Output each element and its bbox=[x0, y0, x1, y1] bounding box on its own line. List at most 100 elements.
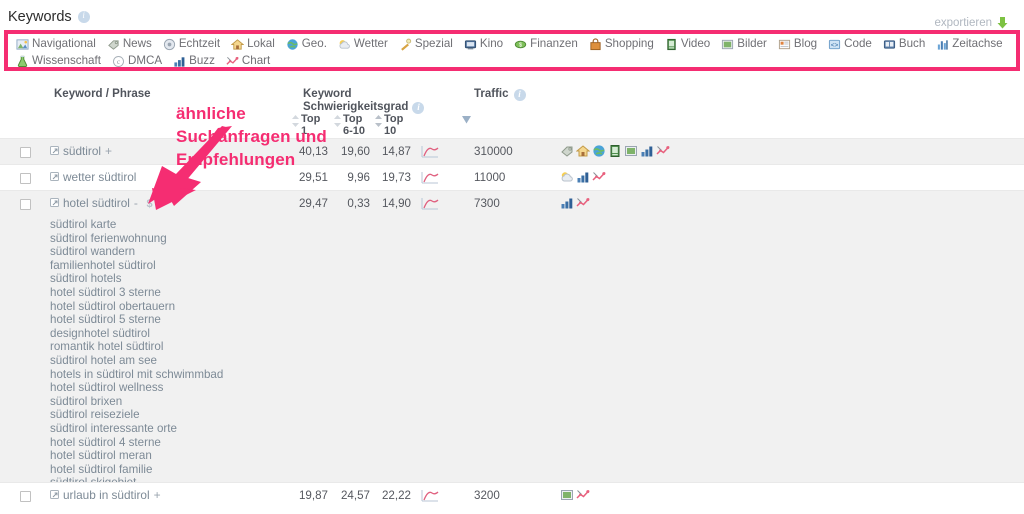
filter-item-label: Video bbox=[680, 37, 711, 50]
filter-item-geo[interactable]: Geo. bbox=[286, 36, 327, 52]
filter-item-news[interactable]: News bbox=[107, 36, 152, 52]
row-checkbox[interactable] bbox=[20, 199, 31, 210]
filter-item-bilder[interactable]: Bilder bbox=[721, 36, 767, 52]
suggestion-item[interactable]: hotels in südtirol mit schwimmbad bbox=[50, 368, 223, 382]
sort-toggle-top10[interactable] bbox=[375, 115, 382, 127]
table-row[interactable]: wetter südtirol 29,51 9,96 19,73 11000 bbox=[0, 164, 1024, 190]
filter-item-label: Echtzeit bbox=[178, 37, 221, 50]
filter-item-dmca[interactable]: c DMCA bbox=[112, 53, 162, 69]
filter-item-finanzen[interactable]: $ Finanzen bbox=[514, 36, 578, 52]
suggestion-item[interactable]: südtirol karte bbox=[50, 218, 223, 232]
expand-toggle[interactable]: + bbox=[152, 488, 161, 502]
cinema-icon bbox=[464, 39, 476, 49]
sparkline-icon[interactable] bbox=[421, 170, 441, 186]
row-checkbox[interactable] bbox=[20, 491, 31, 502]
sort-toggle-top1[interactable] bbox=[292, 115, 299, 127]
filter-item-blog[interactable]: Blog bbox=[778, 36, 817, 52]
keyword-link[interactable]: urlaub in südtirol bbox=[63, 488, 150, 502]
expand-toggle[interactable]: + bbox=[103, 144, 112, 158]
filter-item-navigational[interactable]: Navigational bbox=[16, 36, 96, 52]
external-link-icon[interactable] bbox=[50, 197, 61, 209]
filter-item-buch[interactable]: Buch bbox=[883, 36, 925, 52]
dollar-icon[interactable]: $ bbox=[144, 197, 155, 209]
filter-item-label: Chart bbox=[241, 54, 271, 67]
filter-item-chart[interactable]: Chart bbox=[226, 53, 270, 69]
suggestion-item[interactable]: hotel südtirol meran bbox=[50, 449, 223, 463]
column-header-top1[interactable]: Top 1 bbox=[301, 113, 335, 137]
column-header-top10[interactable]: Top 10 bbox=[384, 113, 418, 137]
chart-icon bbox=[592, 171, 606, 181]
keyword-link[interactable]: südtirol bbox=[63, 144, 101, 158]
suggestion-item[interactable]: südtirol hotels bbox=[50, 272, 223, 286]
row-checkbox[interactable] bbox=[20, 147, 31, 158]
suggestion-item[interactable]: hotel südtirol 3 sterne bbox=[50, 286, 223, 300]
filter-item-code[interactable]: <> Code bbox=[828, 36, 872, 52]
table-row[interactable]: urlaub in südtirol +19,87 24,57 22,22 3200 bbox=[0, 482, 1024, 508]
table-row[interactable]: südtirol +40,13 19,60 14,87 310000 bbox=[0, 138, 1024, 164]
row-checkbox[interactable] bbox=[20, 173, 31, 184]
sparkline-icon[interactable] bbox=[421, 144, 441, 160]
filter-item-lokal[interactable]: Lokal bbox=[231, 36, 275, 52]
suggestion-item[interactable]: hotel südtirol wellness bbox=[50, 381, 223, 395]
sort-descending-traffic-icon[interactable] bbox=[462, 116, 471, 124]
column-header-top6-10[interactable]: Top 6-10 bbox=[343, 113, 377, 137]
difficulty-info-icon[interactable] bbox=[412, 101, 425, 114]
suggestion-item[interactable]: hotel südtirol 5 sterne bbox=[50, 313, 223, 327]
filter-item-video[interactable]: Video bbox=[665, 36, 710, 52]
weather-cloud-icon bbox=[561, 172, 573, 182]
suggestion-item[interactable]: hotel südtirol familie bbox=[50, 463, 223, 477]
filter-item-label: Buzz bbox=[189, 54, 215, 67]
cell-top1: 19,87 bbox=[298, 489, 328, 502]
filter-item-label: Spezial bbox=[414, 37, 453, 50]
finance-money-icon: $ bbox=[514, 40, 527, 48]
column-header-traffic[interactable]: Traffic bbox=[474, 88, 526, 101]
suggestion-item[interactable]: südtirol wandern bbox=[50, 245, 223, 259]
column-header-keyword[interactable]: Keyword / Phrase bbox=[54, 88, 151, 101]
suggestion-item[interactable]: hotel südtirol obertauern bbox=[50, 300, 223, 314]
filter-item-zeitachse[interactable]: Zeitachse bbox=[936, 36, 1003, 52]
row-category-icons bbox=[560, 144, 670, 158]
chart-icon bbox=[656, 145, 670, 155]
filter-item-wetter[interactable]: Wetter bbox=[338, 36, 388, 52]
top1-word: Top bbox=[301, 113, 321, 125]
filter-item-label: Navigational bbox=[32, 37, 96, 50]
info-icon[interactable] bbox=[77, 10, 90, 23]
filter-item-spezial[interactable]: Spezial bbox=[399, 36, 453, 52]
table-row[interactable]: hotel südtirol - $29,47 0,33 14,90 7300 südtir… bbox=[0, 190, 1024, 489]
suggestion-item[interactable]: südtirol reiseziele bbox=[50, 408, 223, 422]
cell-top6-10: 9,96 bbox=[347, 171, 370, 184]
traffic-info-icon[interactable] bbox=[513, 88, 526, 101]
filter-item-label: Wissenschaft bbox=[32, 54, 101, 67]
search-type-filter-bar[interactable]: Navigational News Echtzeit Lokal Geo. Wetter S… bbox=[4, 30, 1020, 71]
sparkline-icon[interactable] bbox=[421, 488, 441, 504]
keyword-link[interactable]: wetter südtirol bbox=[63, 170, 136, 184]
external-link-icon[interactable] bbox=[50, 145, 61, 157]
filter-item-shopping[interactable]: Shopping bbox=[589, 36, 654, 52]
filter-item-kino[interactable]: Kino bbox=[464, 36, 503, 52]
suggestion-item[interactable]: hotel südtirol 4 sterne bbox=[50, 436, 223, 450]
svg-text:$: $ bbox=[519, 42, 522, 48]
export-button[interactable]: exportieren bbox=[934, 17, 1008, 29]
suggestion-item[interactable]: südtirol brixen bbox=[50, 395, 223, 409]
cell-traffic: 3200 bbox=[474, 489, 500, 502]
cell-top10: 22,22 bbox=[381, 489, 411, 502]
keywords-page: Keywords exportieren Navigational News Ech… bbox=[0, 0, 1024, 514]
suggestion-item[interactable]: familienhotel südtirol bbox=[50, 259, 223, 273]
sort-toggle-top6-10[interactable] bbox=[334, 115, 341, 127]
page-title-row: Keywords bbox=[8, 9, 90, 25]
suggestion-item[interactable]: designhotel südtirol bbox=[50, 327, 223, 341]
external-link-icon[interactable] bbox=[50, 489, 61, 501]
filter-item-buzz[interactable]: Buzz bbox=[173, 53, 215, 69]
suggestion-item[interactable]: südtirol ferienwohnung bbox=[50, 232, 223, 246]
keyword-link[interactable]: hotel südtirol bbox=[63, 196, 130, 210]
download-arrow-icon bbox=[997, 17, 1008, 29]
sparkline-icon[interactable] bbox=[421, 196, 441, 212]
filter-item-wissenschaft[interactable]: Wissenschaft bbox=[16, 53, 101, 69]
suggestion-item[interactable]: südtirol interessante orte bbox=[50, 422, 223, 436]
suggestion-item[interactable]: romantik hotel südtirol bbox=[50, 340, 223, 354]
collapse-toggle[interactable]: - bbox=[132, 196, 138, 210]
filter-item-echtzeit[interactable]: Echtzeit bbox=[163, 36, 220, 52]
external-link-icon[interactable] bbox=[50, 171, 61, 183]
buzz-bars-icon bbox=[641, 146, 653, 157]
suggestion-item[interactable]: südtirol hotel am see bbox=[50, 354, 223, 368]
